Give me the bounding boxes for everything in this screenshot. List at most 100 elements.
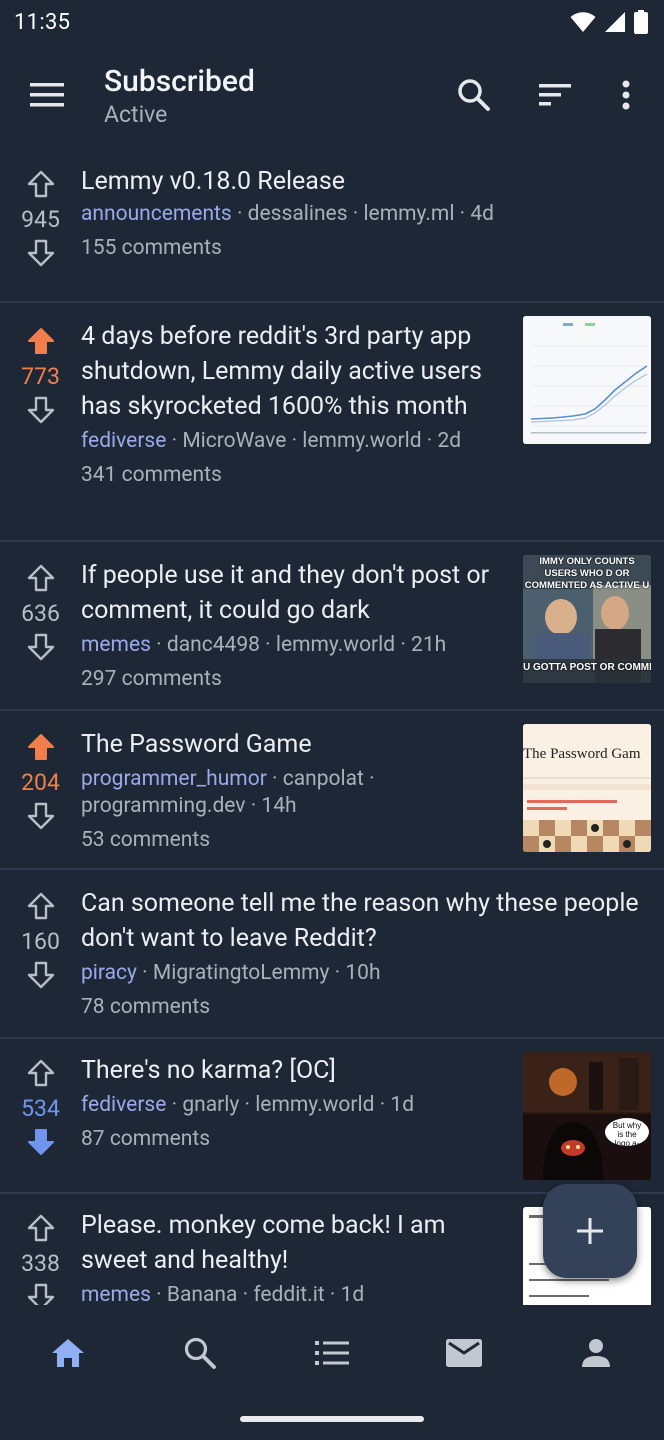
sort-button[interactable] <box>532 72 578 118</box>
meme-thumbnail[interactable]: IMMY ONLY COUNTS USERS WHO D OR COMMENTE… <box>523 555 651 683</box>
instance-label: lemmy.world <box>255 1093 375 1117</box>
nav-profile[interactable] <box>561 1323 631 1383</box>
author-link[interactable]: gnarly <box>182 1093 239 1117</box>
thumbnail-caption: The Password Gam <box>523 746 641 762</box>
vote-column: 204 <box>0 731 81 832</box>
upvote-button[interactable] <box>25 1057 57 1089</box>
comment-count[interactable]: 53 comments <box>81 827 411 854</box>
post-content[interactable]: Can someone tell me the reason why these… <box>81 886 641 1021</box>
community-link[interactable]: programmer_humor <box>81 767 267 791</box>
community-link[interactable]: memes <box>81 1283 151 1305</box>
list-icon <box>315 1340 349 1365</box>
author-link[interactable]: dessalines <box>248 202 348 226</box>
post-content[interactable]: 4 days before reddit's 3rd party app shu… <box>81 319 506 489</box>
community-link[interactable]: announcements <box>81 202 232 226</box>
post-item[interactable]: 204 The Password Game programmer_humor ·… <box>0 711 664 870</box>
comment-count[interactable]: 87 comments <box>81 1126 506 1153</box>
post-title[interactable]: If people use it and they don't post or … <box>81 558 506 628</box>
page-title: Subscribed <box>104 64 255 99</box>
post-score: 636 <box>21 600 60 627</box>
author-link[interactable]: danc4498 <box>167 633 260 657</box>
post-content[interactable]: Please. monkey come back! I am sweet and… <box>81 1208 506 1305</box>
community-link[interactable]: piracy <box>81 961 137 985</box>
meme-bottom-text: U GOTTA POST OR COMME <box>523 662 651 673</box>
bottom-navigation <box>0 1305 664 1400</box>
profile-icon <box>582 1338 610 1367</box>
author-link[interactable]: Banana <box>167 1283 238 1305</box>
create-post-button[interactable] <box>543 1184 637 1278</box>
comic-speech-text: But why is the logo a- <box>612 1121 642 1148</box>
community-link[interactable]: memes <box>81 633 151 657</box>
instance-label: lemmy.world <box>275 633 396 657</box>
upvote-button[interactable] <box>25 168 57 200</box>
post-content[interactable]: The Password Game programmer_humor · can… <box>81 727 411 854</box>
post-item[interactable]: 773 4 days before reddit's 3rd party app… <box>0 303 664 542</box>
downvote-button[interactable] <box>25 631 57 663</box>
post-item[interactable]: 534 There's no karma? [OC] fediverse · g… <box>0 1039 664 1194</box>
plus-icon <box>577 1218 603 1244</box>
author-link[interactable]: MicroWave <box>182 429 286 453</box>
community-link[interactable]: fediverse <box>81 429 166 453</box>
upvote-button[interactable] <box>25 562 57 594</box>
downvote-button[interactable] <box>25 237 57 269</box>
post-age: 10h <box>345 961 381 985</box>
arrow-down-icon <box>27 633 54 661</box>
nav-communities[interactable] <box>297 1323 367 1383</box>
post-title[interactable]: Please. monkey come back! I am sweet and… <box>81 1208 506 1278</box>
overflow-menu-button[interactable] <box>603 72 649 118</box>
post-title[interactable]: There's no karma? [OC] <box>81 1053 506 1088</box>
downvote-button[interactable] <box>25 800 57 832</box>
post-content[interactable]: Lemmy v0.18.0 Release announcements · de… <box>81 164 641 262</box>
app-bar: Subscribed Active <box>0 44 664 144</box>
upvote-button[interactable] <box>25 325 57 357</box>
mail-icon <box>446 1338 482 1367</box>
search-button[interactable] <box>451 72 497 118</box>
chart-thumbnail[interactable] <box>523 316 651 444</box>
menu-button[interactable] <box>24 72 70 118</box>
downvote-button[interactable] <box>25 1126 57 1158</box>
comment-count[interactable]: 78 comments <box>81 994 641 1021</box>
post-title[interactable]: Lemmy v0.18.0 Release <box>81 164 641 199</box>
arrow-up-icon <box>27 892 54 920</box>
post-meta: memes · Banana · feddit.it · 1d <box>81 1283 365 1305</box>
upvote-button[interactable] <box>25 890 57 922</box>
arrow-up-icon <box>27 170 54 198</box>
home-icon <box>52 1338 84 1367</box>
post-item[interactable]: 160 Can someone tell me the reason why t… <box>0 870 664 1039</box>
nav-search[interactable] <box>165 1323 235 1383</box>
wifi-icon <box>570 12 596 32</box>
nav-home[interactable] <box>33 1323 103 1383</box>
post-age: 4d <box>470 202 494 226</box>
comment-count[interactable]: 155 comments <box>81 235 641 262</box>
author-link[interactable]: canpolat <box>283 767 364 791</box>
arrow-up-filled-icon <box>27 328 54 354</box>
post-meta: piracy · MigratingtoLemmy · 10h <box>81 961 381 985</box>
author-link[interactable]: MigratingtoLemmy <box>153 961 330 985</box>
comment-count[interactable]: 341 comments <box>81 462 506 489</box>
post-feed[interactable]: 945 Lemmy v0.18.0 Release announcements … <box>0 150 664 1305</box>
post-content[interactable]: If people use it and they don't post or … <box>81 558 506 693</box>
comment-count[interactable]: 297 comments <box>81 666 506 693</box>
title-block[interactable]: Subscribed Active <box>104 64 255 128</box>
vote-column: 534 <box>0 1057 81 1158</box>
nav-inbox[interactable] <box>429 1323 499 1383</box>
downvote-button[interactable] <box>25 1281 57 1305</box>
downvote-button[interactable] <box>25 959 57 991</box>
post-title[interactable]: Can someone tell me the reason why these… <box>81 886 641 956</box>
upvote-button[interactable] <box>25 1212 57 1244</box>
community-link[interactable]: fediverse <box>81 1093 166 1117</box>
post-item[interactable]: 945 Lemmy v0.18.0 Release announcements … <box>0 150 664 303</box>
comic-thumbnail[interactable]: But why is the logo a- <box>523 1052 651 1180</box>
instance-label: lemmy.ml <box>363 202 455 226</box>
upvote-button[interactable] <box>25 731 57 763</box>
instance-label: programming.dev <box>81 794 246 818</box>
post-item[interactable]: 636 If people use it and they don't post… <box>0 542 664 711</box>
password-game-thumbnail[interactable]: The Password Gam <box>523 724 651 852</box>
post-content[interactable]: There's no karma? [OC] fediverse · gnarl… <box>81 1053 506 1153</box>
downvote-button[interactable] <box>25 394 57 426</box>
arrow-up-icon <box>27 564 54 592</box>
post-title[interactable]: 4 days before reddit's 3rd party app shu… <box>81 319 506 424</box>
post-score: 204 <box>21 769 60 796</box>
post-meta: fediverse · gnarly · lemmy.world · 1d <box>81 1093 415 1117</box>
post-title[interactable]: The Password Game <box>81 727 411 762</box>
